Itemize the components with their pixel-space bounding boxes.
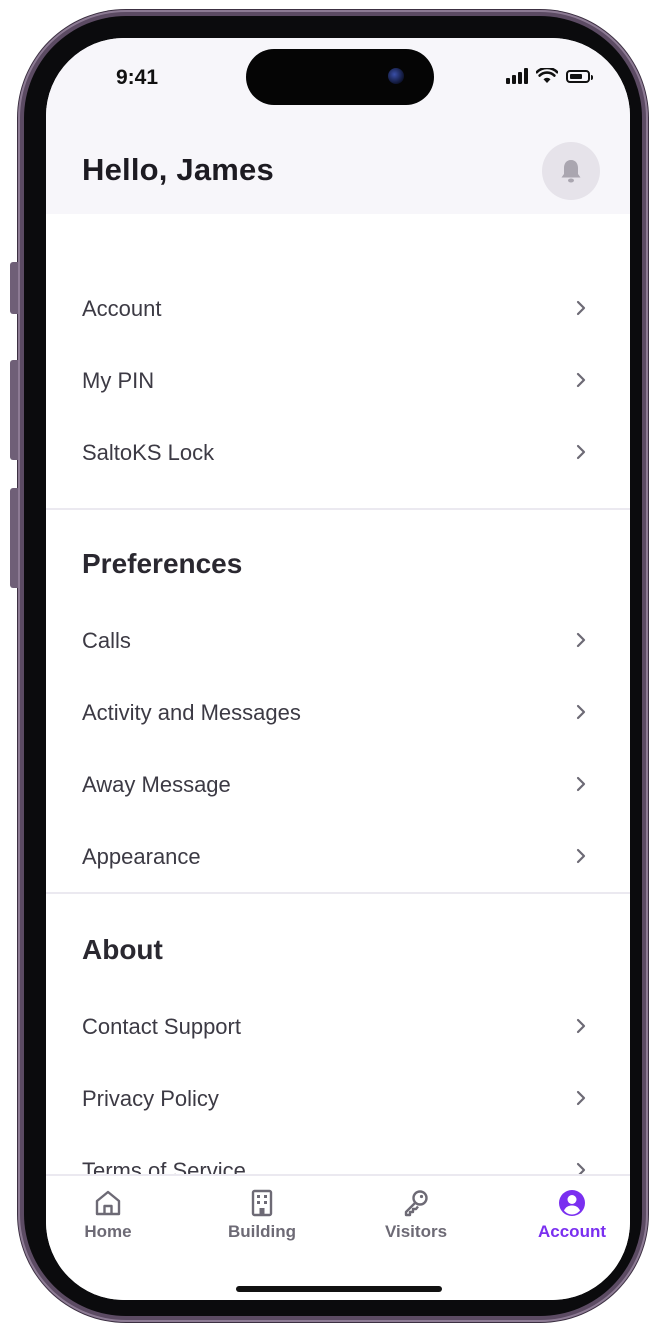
- dynamic-island: [246, 49, 434, 105]
- menu-item-label: Away Message: [82, 772, 231, 797]
- menu-item-activity-and-messages[interactable]: Activity and Messages: [46, 682, 630, 744]
- cellular-signal-icon: [506, 68, 528, 84]
- tab-visitors[interactable]: Visitors: [356, 1188, 476, 1242]
- status-time: 9:41: [116, 66, 159, 89]
- menu-item-my-pin[interactable]: My PIN: [46, 350, 630, 412]
- menu-item-label: Activity and Messages: [82, 700, 301, 725]
- menu-item-away-message[interactable]: Away Message: [46, 754, 630, 816]
- section-divider: [46, 892, 630, 894]
- bell-icon: [561, 160, 581, 183]
- menu-item-label: SaltoKS Lock: [82, 440, 215, 465]
- menu-item-calls[interactable]: Calls: [46, 610, 630, 672]
- chevron-right-icon: [576, 1018, 586, 1034]
- key-icon: [404, 1190, 428, 1217]
- menu-item-saltoks-lock[interactable]: SaltoKS Lock: [46, 422, 630, 484]
- tab-label: Visitors: [384, 1222, 448, 1241]
- chevron-right-icon: [576, 1090, 586, 1106]
- tab-label: Building: [228, 1222, 296, 1241]
- chevron-right-icon: [576, 444, 586, 460]
- user-circle-icon: [559, 1190, 585, 1216]
- status-icons: [506, 68, 593, 84]
- page-title: Hello, James: [82, 152, 274, 187]
- section-title-preferences: Preferences: [82, 548, 243, 579]
- menu-item-label: Appearance: [82, 844, 201, 869]
- tab-bar: Home Building Visitors Account: [46, 1174, 630, 1300]
- home-indicator: [236, 1286, 442, 1292]
- menu-item-label: Calls: [82, 628, 131, 653]
- notifications-button[interactable]: [542, 142, 600, 200]
- tab-account[interactable]: Account: [512, 1188, 630, 1242]
- chevron-right-icon: [576, 300, 586, 316]
- tab-label: Home: [84, 1222, 132, 1241]
- section-title-about: About: [82, 934, 163, 965]
- chevron-right-icon: [576, 776, 586, 792]
- volume-down-button: [10, 488, 18, 588]
- screen: 9:41 Hello, James Account My PIN SaltoKS…: [46, 38, 630, 1300]
- status-bar: 9:41: [46, 38, 630, 138]
- menu-item-account[interactable]: Account: [46, 278, 630, 340]
- menu-item-label: Contact Support: [82, 1014, 241, 1039]
- camera-icon: [388, 68, 404, 84]
- tab-building[interactable]: Building: [202, 1188, 322, 1242]
- wifi-icon: [536, 68, 558, 83]
- battery-icon: [566, 69, 593, 83]
- chevron-right-icon: [576, 704, 586, 720]
- menu-item-label: Account: [82, 296, 162, 321]
- action-button: [10, 262, 18, 314]
- menu-item-label: My PIN: [82, 368, 155, 393]
- section-divider: [46, 508, 630, 510]
- volume-up-button: [10, 360, 18, 460]
- home-icon: [95, 1190, 121, 1216]
- tab-label: Account: [538, 1222, 606, 1241]
- chevron-right-icon: [576, 632, 586, 648]
- menu-item-label: Privacy Policy: [82, 1086, 219, 1111]
- menu-item-appearance[interactable]: Appearance: [46, 826, 630, 888]
- menu-item-contact-support[interactable]: Contact Support: [46, 996, 630, 1058]
- chevron-right-icon: [576, 372, 586, 388]
- menu-item-privacy-policy[interactable]: Privacy Policy: [46, 1068, 630, 1130]
- header: Hello, James: [46, 138, 630, 214]
- chevron-right-icon: [576, 848, 586, 864]
- tab-home[interactable]: Home: [48, 1188, 168, 1242]
- building-icon: [251, 1189, 273, 1217]
